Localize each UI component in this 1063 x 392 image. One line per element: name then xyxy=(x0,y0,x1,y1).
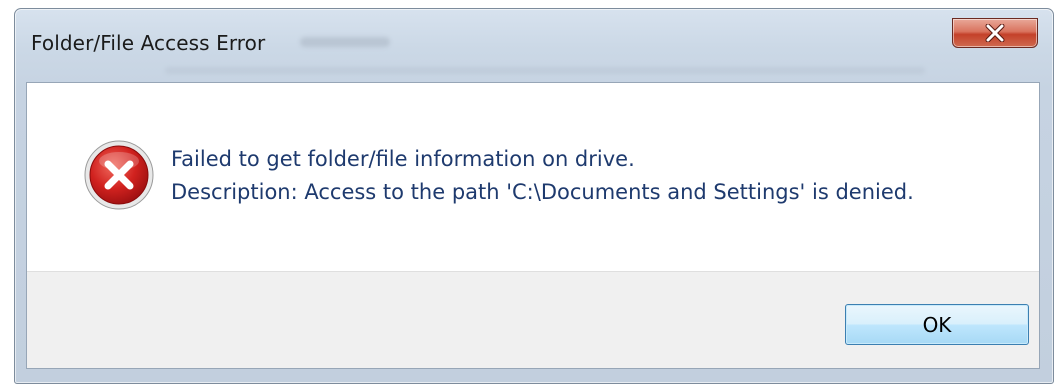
dialog-title: Folder/File Access Error xyxy=(31,31,266,55)
dialog-content: Failed to get folder/file information on… xyxy=(26,82,1040,369)
close-icon xyxy=(984,24,1006,42)
error-icon xyxy=(83,139,155,211)
close-button[interactable] xyxy=(952,18,1038,48)
error-description: Description: Access to the path 'C:\Docu… xyxy=(171,180,914,204)
error-message: Failed to get folder/file information on… xyxy=(171,147,635,171)
title-blur xyxy=(300,37,390,47)
message-area: Failed to get folder/file information on… xyxy=(27,83,1039,271)
background-blur xyxy=(165,67,925,74)
button-bar: OK xyxy=(27,271,1039,368)
ok-button[interactable]: OK xyxy=(845,304,1029,345)
dialog-window: Folder/File Access Error Failed to get f… xyxy=(14,8,1054,384)
